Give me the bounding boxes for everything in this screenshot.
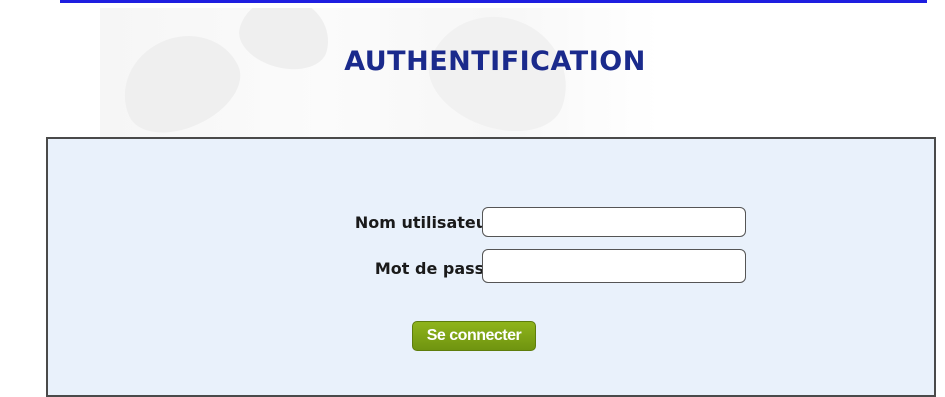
username-input[interactable] [482,207,746,237]
password-label: Mot de passe : [374,259,507,278]
login-panel: Nom utilisateur : Mot de passe : Se conn… [46,137,936,397]
header-divider [60,0,927,3]
login-button[interactable]: Se connecter [412,321,536,351]
password-input[interactable] [482,249,746,283]
page-title: AUTHENTIFICATION [344,46,646,77]
username-label: Nom utilisateur : [354,213,507,232]
